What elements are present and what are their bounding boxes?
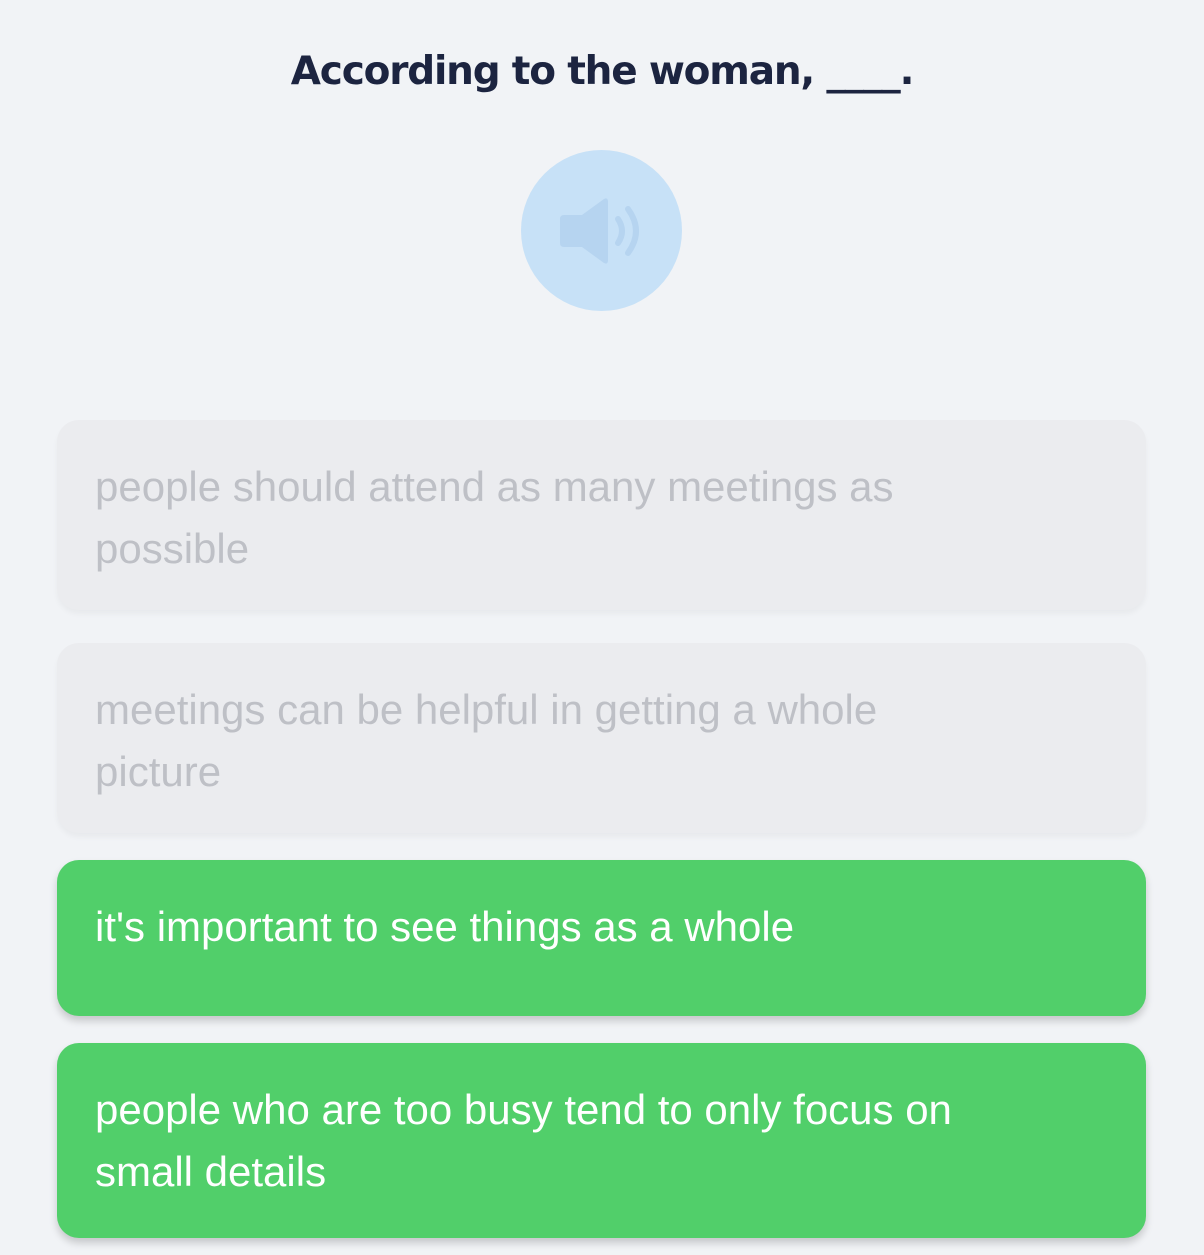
answer-option-2[interactable]: meetings can be helpful in getting a who… [57, 643, 1146, 833]
answer-option-3[interactable]: it's important to see things as a whole [57, 860, 1146, 1016]
answer-option-4[interactable]: people who are too busy tend to only foc… [57, 1043, 1146, 1238]
play-audio-button[interactable] [521, 150, 682, 311]
speaker-icon [559, 197, 639, 264]
answer-option-label: people who are too busy tend to only foc… [95, 1086, 952, 1195]
answer-option-label: people should attend as many meetings as… [95, 463, 894, 572]
question-title: According to the woman, ____. [290, 49, 915, 94]
answer-option-label: it's important to see things as a whole [95, 903, 795, 950]
answer-option-label: meetings can be helpful in getting a who… [95, 686, 878, 795]
answer-option-1[interactable]: people should attend as many meetings as… [57, 420, 1146, 610]
